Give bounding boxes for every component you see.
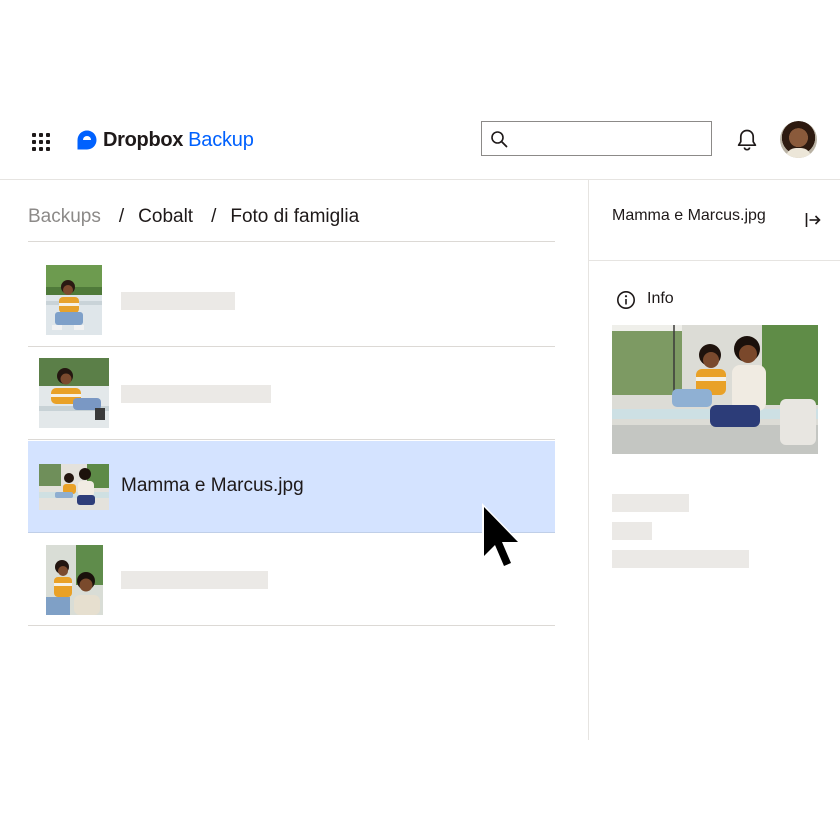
metadata-placeholder	[612, 522, 652, 540]
photo-thumbnail	[39, 358, 109, 428]
list-divider	[28, 241, 555, 242]
photo-preview	[612, 325, 818, 454]
search-bar[interactable]	[481, 121, 712, 156]
photo-thumbnail	[39, 464, 109, 510]
dropbox-logo-icon	[77, 130, 97, 150]
file-name-placeholder	[121, 571, 268, 589]
breadcrumb-item-current-folder: Foto di famiglia	[230, 206, 360, 227]
mouse-pointer-icon	[482, 503, 523, 572]
dropbox-backup-logo[interactable]: Dropbox Backup	[76, 126, 254, 154]
breadcrumb: Backups / Cobalt / Foto di famiglia	[28, 206, 359, 228]
brand-name: Dropbox	[103, 128, 184, 151]
notification-bell-icon[interactable]	[736, 128, 758, 152]
user-avatar[interactable]	[780, 121, 817, 158]
metadata-placeholder	[612, 494, 689, 512]
photo-thumbnail	[46, 265, 102, 335]
search-icon	[491, 131, 508, 148]
file-row-selected[interactable]: Mamma e Marcus.jpg	[28, 441, 555, 533]
breadcrumb-separator: /	[118, 206, 125, 227]
app-grid-icon[interactable]	[32, 133, 50, 151]
panel-header-divider	[589, 260, 840, 261]
brand-product: Backup	[188, 128, 254, 151]
collapse-panel-icon[interactable]	[804, 211, 822, 229]
file-row[interactable]	[28, 348, 555, 440]
file-row[interactable]	[28, 255, 555, 347]
breadcrumb-item-cobalt[interactable]: Cobalt	[138, 206, 193, 228]
search-input[interactable]	[516, 127, 705, 153]
file-name: Mamma e Marcus.jpg	[121, 475, 304, 496]
breadcrumb-item-backups[interactable]: Backups	[28, 206, 101, 228]
panel-divider	[588, 180, 589, 740]
metadata-placeholder	[612, 550, 749, 568]
file-name-placeholder	[121, 292, 235, 310]
photo-thumbnail	[46, 545, 103, 615]
info-section-label: Info	[647, 290, 674, 307]
file-name-placeholder	[121, 385, 271, 403]
breadcrumb-separator: /	[211, 206, 217, 227]
file-row[interactable]	[28, 534, 555, 626]
details-panel-title: Mamma e Marcus.jpg	[612, 207, 766, 224]
info-icon	[617, 291, 635, 309]
header-divider	[0, 179, 840, 180]
